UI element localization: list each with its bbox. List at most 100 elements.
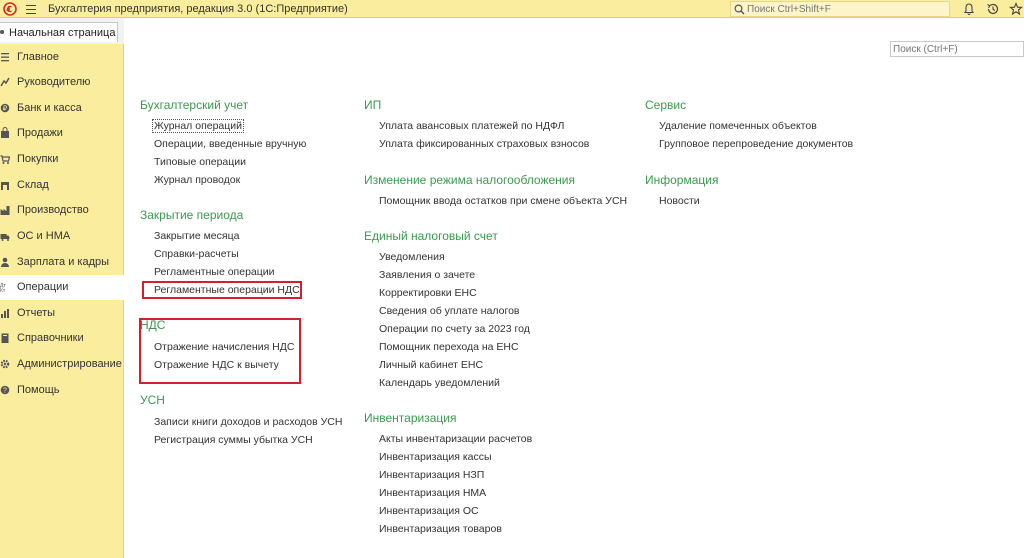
link-balance-entry-assistant[interactable]: Помощник ввода остатков при смене объект… <box>379 195 627 207</box>
sidebar: Главное Руководителю ₽ Банк и касса Прод… <box>0 44 124 558</box>
sidebar-item-label: Производство <box>17 204 89 216</box>
sidebar-item-label: Главное <box>17 51 60 63</box>
section-title-tax-regime-change: Изменение режима налогообложения <box>364 173 576 187</box>
link-offset-applications[interactable]: Заявления о зачете <box>379 269 475 281</box>
link-fixed-insurance-payments[interactable]: Уплата фиксированных страховых взносов <box>379 138 589 150</box>
star-icon[interactable] <box>1009 2 1023 16</box>
title-bar: Бухгалтерия предприятия, редакция 3.0 (1… <box>0 0 1024 18</box>
highlight-box-vat-routine <box>142 281 302 299</box>
list-icon <box>1 53 9 62</box>
global-search[interactable] <box>730 1 950 17</box>
section-title-single-tax-account: Единый налоговый счет <box>364 229 498 243</box>
svg-text:Кт: Кт <box>0 288 6 293</box>
section-title-usn: УСН <box>140 393 165 407</box>
link-wip-inventory[interactable]: Инвентаризация НЗП <box>379 469 484 481</box>
page-search-input[interactable] <box>890 41 1024 57</box>
link-operations-journal[interactable]: Журнал операций <box>152 119 245 133</box>
link-month-close[interactable]: Закрытие месяца <box>154 230 239 242</box>
sidebar-item-label: Руководителю <box>17 76 91 88</box>
sidebar-item-label: Администрирование <box>17 358 122 370</box>
link-notifications[interactable]: Уведомления <box>379 251 445 263</box>
link-news[interactable]: Новости <box>659 195 700 207</box>
chart-icon <box>0 77 10 87</box>
cart-icon <box>0 155 10 164</box>
history-icon[interactable] <box>986 2 1000 16</box>
link-ens-personal-account[interactable]: Личный кабинет ЕНС <box>379 359 483 371</box>
sidebar-item-label: ОС и НМА <box>17 230 71 242</box>
link-ndfl-advance-payments[interactable]: Уплата авансовых платежей по НДФЛ <box>379 120 564 132</box>
link-calculation-notes[interactable]: Справки-расчеты <box>154 248 239 260</box>
sidebar-item-bank[interactable]: ₽ Банк и касса <box>0 96 124 121</box>
link-account-operations-2023[interactable]: Операции по счету за 2023 год <box>379 323 530 335</box>
sidebar-item-manager[interactable]: Руководителю <box>0 70 124 95</box>
sidebar-item-label: Зарплата и кадры <box>17 256 110 268</box>
tab-home-page[interactable]: Начальная страница <box>0 22 118 42</box>
gear-icon <box>0 359 10 369</box>
link-delete-marked-objects[interactable]: Удаление помеченных объектов <box>659 120 817 132</box>
help-icon: ? <box>0 385 10 395</box>
tab-label: Начальная страница <box>9 27 116 39</box>
sidebar-item-operations[interactable]: Дт Кт Операции <box>0 275 124 300</box>
sidebar-item-admin[interactable]: Администрирование <box>0 352 124 377</box>
1c-logo-icon[interactable] <box>3 2 17 16</box>
link-settlement-inventory-acts[interactable]: Акты инвентаризации расчетов <box>379 433 532 445</box>
sidebar-item-main[interactable]: Главное <box>0 45 124 70</box>
link-typical-operations[interactable]: Типовые операции <box>154 156 246 168</box>
sidebar-item-label: Продажи <box>17 127 63 139</box>
link-group-reposting[interactable]: Групповое перепроведение документов <box>659 138 853 150</box>
link-tax-payment-info[interactable]: Сведения об уплате налогов <box>379 305 520 317</box>
sidebar-item-label: Помощь <box>17 384 60 396</box>
section-title-accounting: Бухгалтерский учет <box>140 98 249 112</box>
section-title-service: Сервис <box>645 98 687 112</box>
link-notification-calendar[interactable]: Календарь уведомлений <box>379 377 500 389</box>
svg-text:?: ? <box>3 388 7 395</box>
link-postings-journal[interactable]: Журнал проводок <box>154 174 240 186</box>
app-title: Бухгалтерия предприятия, редакция 3.0 (1… <box>48 3 348 15</box>
sidebar-item-reports[interactable]: Отчеты <box>0 301 124 326</box>
section-title-period-close: Закрытие периода <box>140 208 244 222</box>
sidebar-item-assets[interactable]: ОС и НМА <box>0 224 124 249</box>
main-panel: Бухгалтерский учет Журнал операций Опера… <box>125 18 1024 558</box>
tab-strip: Начальная страница <box>0 18 124 44</box>
link-usn-loss-registration[interactable]: Регистрация суммы убытка УСН <box>154 434 313 446</box>
highlight-box-vat-section <box>139 318 301 384</box>
book-icon <box>1 333 9 343</box>
bell-icon[interactable] <box>962 2 976 16</box>
sidebar-item-label: Склад <box>17 179 49 191</box>
sidebar-item-label: Банк и касса <box>17 102 82 114</box>
sidebar-item-purchases[interactable]: Покупки <box>0 147 124 172</box>
tab-active-marker <box>0 30 4 34</box>
link-goods-inventory[interactable]: Инвентаризация товаров <box>379 523 502 535</box>
link-cash-inventory[interactable]: Инвентаризация кассы <box>379 451 492 463</box>
sidebar-item-production[interactable]: Производство <box>0 198 124 223</box>
sidebar-item-sales[interactable]: Продажи <box>0 121 124 146</box>
link-ens-transition-assistant[interactable]: Помощник перехода на ЕНС <box>379 341 519 353</box>
section-title-inventory: Инвентаризация <box>364 411 457 425</box>
sidebar-item-label: Покупки <box>17 153 59 165</box>
sidebar-item-warehouse[interactable]: Склад <box>0 173 124 198</box>
sidebar-item-help[interactable]: ? Помощь <box>0 378 124 403</box>
bag-icon <box>1 127 9 138</box>
sidebar-item-salary[interactable]: Зарплата и кадры <box>0 250 124 275</box>
link-fixed-assets-inventory[interactable]: Инвентаризация ОС <box>379 505 479 517</box>
search-icon <box>734 4 745 15</box>
bank-icon: ₽ <box>0 103 10 113</box>
operations-icon: ДтКт <box>0 283 6 293</box>
link-ens-adjustments[interactable]: Корректировки ЕНС <box>379 287 477 299</box>
link-manual-operations[interactable]: Операции, введенные вручную <box>154 138 306 150</box>
sidebar-item-catalogs[interactable]: Справочники <box>0 326 124 351</box>
section-title-ip: ИП <box>364 98 382 112</box>
sidebar-item-label: Отчеты <box>17 307 56 319</box>
link-intangibles-inventory[interactable]: Инвентаризация НМА <box>379 487 486 499</box>
link-income-expense-book[interactable]: Записи книги доходов и расходов УСН <box>154 416 342 428</box>
sidebar-item-label: Операции <box>17 281 69 293</box>
sidebar-item-label: Справочники <box>17 332 84 344</box>
hamburger-menu-icon[interactable] <box>24 2 38 16</box>
people-icon <box>1 257 9 267</box>
svg-text:₽: ₽ <box>3 105 8 113</box>
factory-icon <box>0 206 10 215</box>
truck-icon <box>0 234 10 241</box>
link-routine-operations[interactable]: Регламентные операции <box>154 266 275 278</box>
global-search-input[interactable] <box>747 3 945 15</box>
warehouse-icon <box>1 182 9 190</box>
